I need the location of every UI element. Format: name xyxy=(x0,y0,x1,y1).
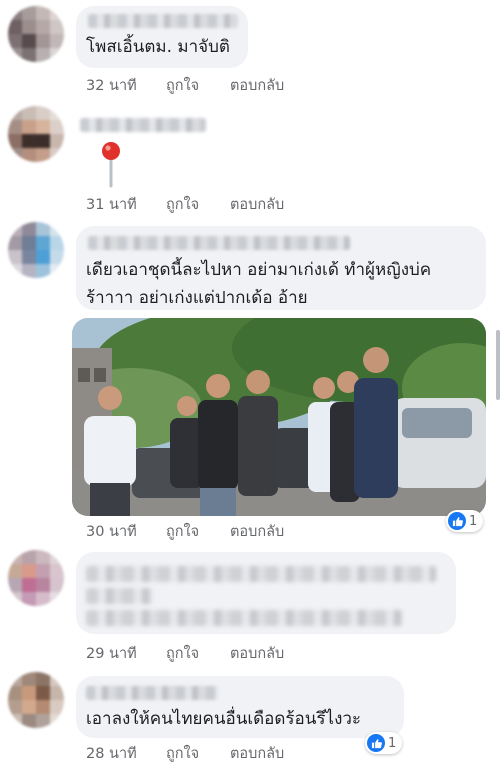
reaction-summary[interactable]: 1 xyxy=(365,732,403,754)
like-link[interactable]: ถูกใจ xyxy=(166,642,230,665)
comment-text: เอาลงให้คนไทยคนอื่นเดือดร้อนรึไงวะ xyxy=(86,709,362,729)
commenter-name[interactable] xyxy=(86,566,436,582)
commenter-name[interactable] xyxy=(80,118,206,132)
commenter-name[interactable] xyxy=(88,236,350,250)
comment-text-line-2: ร้าาาา อย่าเก่งแต่ปากเด้อ อ้าย xyxy=(86,288,308,308)
comment-meta: 32 นาที ถูกใจ ตอบกลับ xyxy=(86,74,284,97)
street-scene-image xyxy=(72,318,486,516)
comment-meta: 31 นาที ถูกใจ ตอบกลับ xyxy=(86,193,284,216)
commenter-name[interactable] xyxy=(88,14,238,28)
comment-text xyxy=(86,610,402,626)
comment-time[interactable]: 30 นาที xyxy=(86,520,166,543)
comment-time[interactable]: 28 นาที xyxy=(86,742,166,765)
reaction-count: 1 xyxy=(388,735,397,751)
comment-time[interactable]: 31 นาที xyxy=(86,193,166,216)
comment-time[interactable]: 32 นาที xyxy=(86,74,166,97)
reply-link[interactable]: ตอบกลับ xyxy=(230,74,284,97)
commenter-avatar[interactable] xyxy=(8,550,64,606)
commenter-avatar[interactable] xyxy=(8,672,64,728)
scrollbar[interactable] xyxy=(496,330,500,400)
like-link[interactable]: ถูกใจ xyxy=(166,520,230,543)
reply-link[interactable]: ตอบกลับ xyxy=(230,642,284,665)
reply-link[interactable]: ตอบกลับ xyxy=(230,520,284,543)
comment-meta: 29 นาที ถูกใจ ตอบกลับ xyxy=(86,642,284,665)
like-link[interactable]: ถูกใจ xyxy=(166,193,230,216)
reaction-summary[interactable]: 1 xyxy=(446,510,484,532)
comment-time[interactable]: 29 นาที xyxy=(86,642,166,665)
comment-meta: 28 นาที ถูกใจ ตอบกลับ xyxy=(86,742,284,765)
comment-text xyxy=(86,588,152,604)
commenter-avatar[interactable] xyxy=(8,6,64,62)
like-icon xyxy=(448,512,466,530)
like-link[interactable]: ถูกใจ xyxy=(166,742,230,765)
commenter-avatar[interactable] xyxy=(8,222,64,278)
like-icon xyxy=(367,734,385,752)
reaction-count: 1 xyxy=(469,513,478,529)
comment-meta: 30 นาที ถูกใจ ตอบกลับ xyxy=(86,520,284,543)
reply-link[interactable]: ตอบกลับ xyxy=(230,742,284,765)
commenter-name[interactable] xyxy=(86,686,218,700)
reply-link[interactable]: ตอบกลับ xyxy=(230,193,284,216)
comment-text-line-1: เดียวเอาชุดนี้ละไปหา อย่ามาเก่งเด้ ทำผู้… xyxy=(86,260,432,280)
comment-photo[interactable] xyxy=(72,318,486,516)
pushpin-sticker xyxy=(102,142,120,188)
comment-text: โพสเอิ้นตม. มาจับติ xyxy=(86,37,230,57)
like-link[interactable]: ถูกใจ xyxy=(166,74,230,97)
commenter-avatar[interactable] xyxy=(8,106,64,162)
